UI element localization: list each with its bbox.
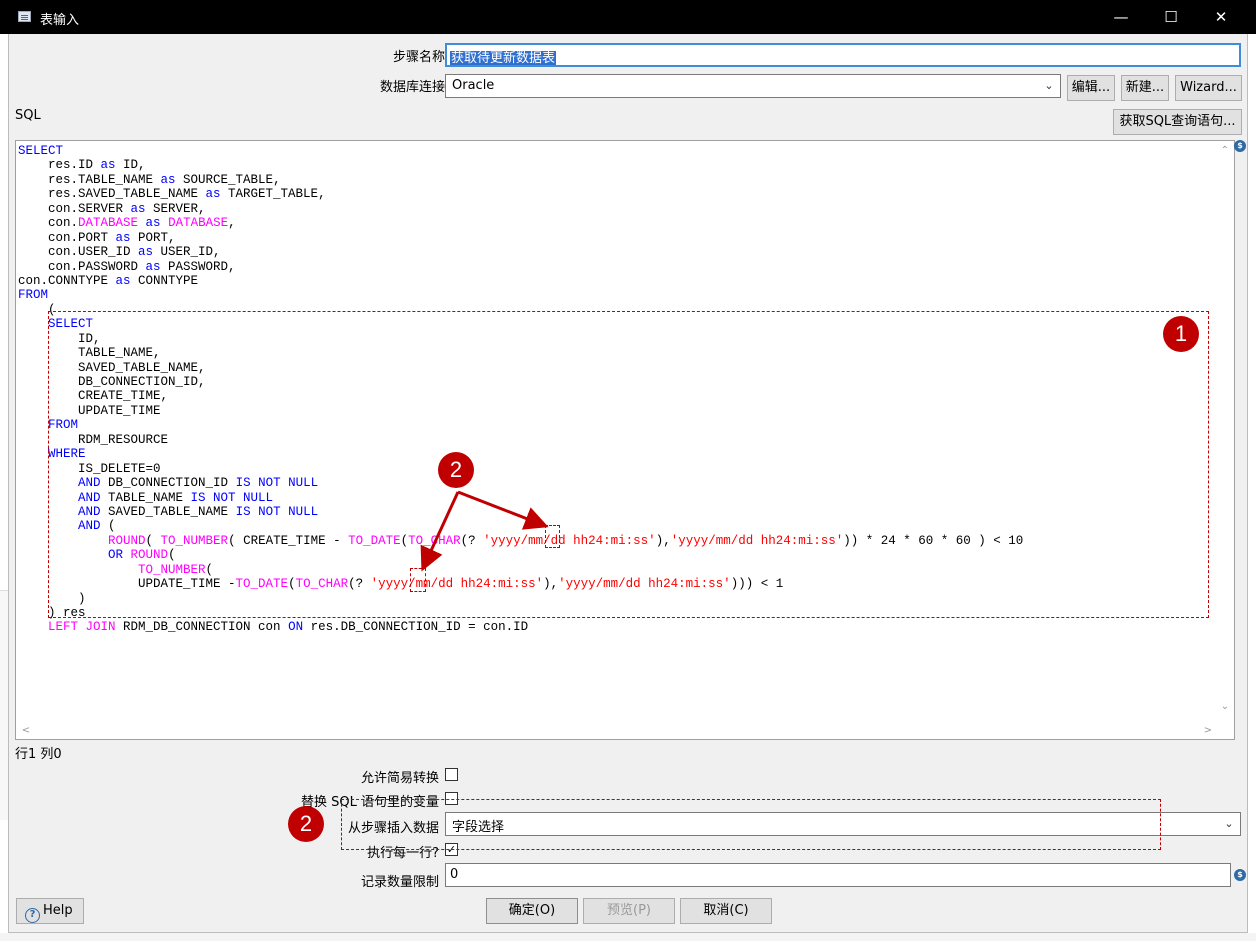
- annotation-arrow-1: [457, 490, 549, 530]
- annotation-box-insert-options: [341, 799, 1161, 850]
- annotation-arrow-2: [420, 491, 460, 572]
- annotation-badge-2-options: 2: [288, 806, 324, 842]
